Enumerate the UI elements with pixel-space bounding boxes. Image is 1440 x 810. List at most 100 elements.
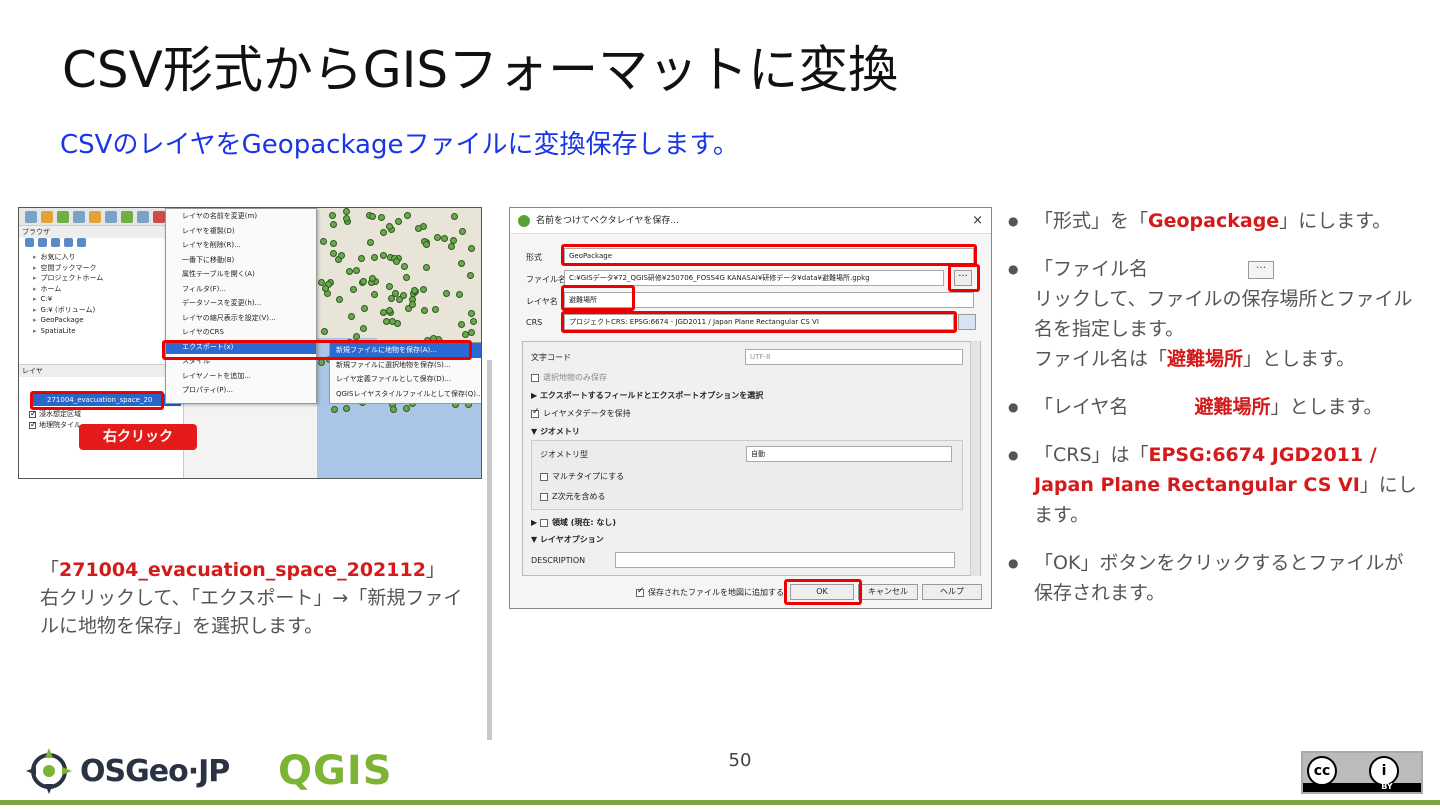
map-point-symbol <box>353 267 360 274</box>
menu-item[interactable]: 属性テーブルを開く(A) <box>166 267 316 282</box>
keep-metadata-checkbox[interactable]: レイヤメタデータを保持 <box>531 407 631 419</box>
menu-item[interactable]: レイヤの縮尺表示を設定(V)... <box>166 311 316 326</box>
map-point-symbol <box>409 301 416 308</box>
map-point-symbol <box>378 214 385 221</box>
osgeo-logo: OSGeo·JP <box>24 744 230 798</box>
scrollbar[interactable] <box>970 341 980 576</box>
divider <box>487 360 492 740</box>
menu-item[interactable]: レイヤノートを追加... <box>166 369 316 384</box>
bullet-crs: 「CRS」は「EPSG:6674 JGD2011 / Japan Plane R… <box>1008 440 1418 530</box>
layer-row[interactable]: 浸水想定区域 <box>19 408 183 420</box>
highlight-box <box>561 311 957 333</box>
right-click-badge: 右クリック <box>79 424 197 450</box>
map-point-symbol <box>459 228 466 235</box>
map-point-symbol <box>360 278 367 285</box>
menu-item[interactable]: 一番下に移動(B) <box>166 253 316 268</box>
refresh-icon[interactable] <box>38 238 47 247</box>
menu-item[interactable]: フィルタ(F)... <box>166 282 316 297</box>
map-point-symbol <box>386 223 393 230</box>
map-point-symbol <box>423 264 430 271</box>
map-point-symbol <box>318 359 325 366</box>
browser-panel: ブラウザ お気に入り 空間ブックマーク プロジェクトホーム ホーム C:¥ G:… <box>19 226 184 364</box>
encoding-select[interactable]: UTF-8 <box>745 349 963 365</box>
bullet-filename: 「ファイル名···リックして、ファイルの保存場所とファイル名を指定します。ファイ… <box>1008 254 1418 374</box>
tree-item[interactable]: GeoPackage <box>19 315 183 326</box>
toolbar-icon <box>121 211 133 223</box>
globe-icon[interactable] <box>958 314 976 330</box>
layer-options-section[interactable]: ▼ レイヤオプション <box>531 534 604 545</box>
menu-item[interactable]: レイヤの名前を変更(m) <box>166 209 316 224</box>
tree-item[interactable]: 空間ブックマーク <box>19 263 183 274</box>
toolbar-icon <box>73 211 85 223</box>
bullet-format: 「形式」を「Geopackage」にします。 <box>1008 206 1418 236</box>
export-fields-section[interactable]: ▶ エクスポートするフィールドとエクスポートオプションを選択 <box>531 390 763 401</box>
map-point-symbol <box>346 268 353 275</box>
menu-item[interactable]: プロパティ(P)... <box>166 383 316 398</box>
checkbox-icon[interactable] <box>29 408 37 419</box>
map-point-symbol <box>448 243 455 250</box>
layer-name: 271004_evacuation_space_202112 <box>59 559 426 581</box>
map-point-symbol <box>330 221 337 228</box>
cancel-button[interactable]: キャンセル <box>858 584 918 600</box>
toolbar-icon <box>57 211 69 223</box>
map-point-symbol <box>371 254 378 261</box>
extent-section[interactable]: ▶ 領域 (現在: なし) <box>531 517 616 528</box>
collapse-icon[interactable] <box>64 238 73 247</box>
info-icon[interactable] <box>77 238 86 247</box>
map-point-symbol <box>353 333 360 340</box>
submenu-item[interactable]: QGISレイヤスタイルファイルとして保存(Q)... <box>330 387 481 402</box>
selected-only-checkbox[interactable]: 選択地物のみ保存 <box>531 372 607 383</box>
add-icon[interactable] <box>25 238 34 247</box>
menu-item[interactable]: レイヤを削除(R)... <box>166 238 316 253</box>
map-point-symbol <box>343 405 350 412</box>
close-icon[interactable]: × <box>972 208 983 234</box>
context-menu: レイヤの名前を変更(m) レイヤを複製(D) レイヤを削除(R)... 一番下に… <box>165 208 317 404</box>
menu-item[interactable]: データソースを変更(h)... <box>166 296 316 311</box>
tree-item[interactable]: プロジェクトホーム <box>19 273 183 284</box>
map-point-symbol <box>458 260 465 267</box>
add-to-map-checkbox[interactable]: 保存されたファイルを地図に追加する <box>636 586 784 598</box>
dialog-title: 名前をつけてベクタレイヤを保存... <box>536 216 679 226</box>
map-point-symbol <box>322 285 329 292</box>
tree-item[interactable]: C:¥ <box>19 294 183 305</box>
menu-item[interactable]: レイヤを複製(D) <box>166 224 316 239</box>
checkbox-icon[interactable] <box>29 419 37 430</box>
filter-icon[interactable] <box>51 238 60 247</box>
map-point-symbol <box>470 318 477 325</box>
toolbar-icon <box>153 211 165 223</box>
map-point-symbol <box>468 329 475 336</box>
map-point-symbol <box>329 212 336 219</box>
map-point-symbol <box>343 208 350 215</box>
map-point-symbol <box>423 241 430 248</box>
map-point-symbol <box>420 286 427 293</box>
map-point-symbol <box>336 296 343 303</box>
geometry-type-select[interactable]: 自動 <box>746 446 952 462</box>
page-number: 50 <box>728 750 752 771</box>
tree-item[interactable]: G:¥ (ボリューム) <box>19 305 183 316</box>
geometry-section[interactable]: ▼ ジオメトリ <box>531 426 580 437</box>
multi-type-checkbox[interactable]: マルチタイプにする <box>540 471 624 482</box>
map-point-symbol <box>415 225 422 232</box>
tree-item[interactable]: ホーム <box>19 284 183 295</box>
qgis-logo: QGIS <box>278 748 393 794</box>
map-point-symbol <box>358 255 365 262</box>
options-panel: 文字コード UTF-8 選択地物のみ保存 ▶ エクスポートするフィールドとエクス… <box>522 341 981 576</box>
tree-item[interactable]: SpatiaLite <box>19 326 183 337</box>
map-point-symbol <box>361 305 368 312</box>
highlight-box <box>30 391 164 410</box>
map-point-symbol <box>403 274 410 281</box>
menu-item[interactable]: レイヤのCRS <box>166 325 316 340</box>
submenu-item[interactable]: レイヤ定義ファイルとして保存(D)... <box>330 372 481 387</box>
footer-line <box>0 800 1440 805</box>
map-point-symbol <box>441 235 448 242</box>
z-dimension-checkbox[interactable]: Z次元を含める <box>540 491 605 502</box>
filename-input[interactable]: C:¥GISデータ¥72_QGIS研修¥250706_FOSS4G KANASA… <box>564 270 944 286</box>
help-button[interactable]: ヘルプ <box>922 584 982 600</box>
description-label: DESCRIPTION <box>531 556 586 565</box>
tree-item[interactable]: お気に入り <box>19 252 183 263</box>
toolbar-icon <box>137 211 149 223</box>
map-point-symbol <box>421 307 428 314</box>
map-point-symbol <box>456 291 463 298</box>
ellipsis-button-icon: ··· <box>1248 260 1275 279</box>
description-input[interactable] <box>615 552 955 568</box>
